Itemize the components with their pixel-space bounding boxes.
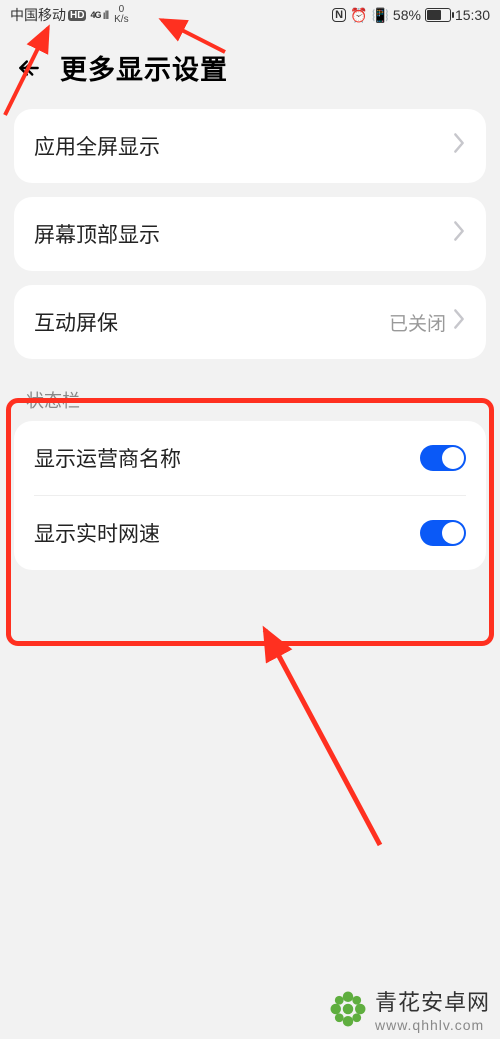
network-gen: 4G — [90, 10, 100, 20]
hd-badge: HD — [68, 10, 86, 21]
row-value: 已关闭 — [389, 309, 446, 336]
carrier-name: 中国移动 — [10, 5, 66, 25]
watermark: 青花安卓网 www.qhhlv.com — [327, 985, 490, 1033]
row-label: 屏幕顶部显示 — [34, 219, 452, 249]
status-bar: 中国移动 HD 4G ıll 0 K/s N ⏰ 📳 58% 15:30 — [0, 0, 500, 30]
battery-percent: 58% — [393, 7, 421, 23]
row-top-display[interactable]: 屏幕顶部显示 — [14, 197, 486, 271]
nfc-icon: N — [332, 8, 346, 22]
page-title: 更多显示设置 — [60, 48, 228, 87]
watermark-logo-icon — [327, 988, 369, 1030]
row-label: 显示实时网速 — [34, 518, 420, 548]
card-topdisplay: 屏幕顶部显示 — [14, 197, 486, 271]
chevron-right-icon — [452, 220, 466, 248]
chevron-right-icon — [452, 132, 466, 160]
battery-icon — [425, 8, 451, 22]
vibrate-icon: 📳 — [371, 7, 388, 24]
card-screensaver: 互动屏保 已关闭 — [14, 285, 486, 359]
card-statusbar-toggles: 显示运营商名称 显示实时网速 — [14, 421, 486, 570]
annotation-arrow-3 — [250, 620, 390, 850]
chevron-right-icon — [452, 308, 466, 336]
row-show-carrier[interactable]: 显示运营商名称 — [14, 421, 486, 495]
watermark-name: 青花安卓网 — [375, 985, 490, 1017]
row-label: 显示运营商名称 — [34, 443, 420, 473]
row-app-fullscreen[interactable]: 应用全屏显示 — [14, 109, 486, 183]
section-header-statusbar: 状态栏 — [0, 373, 500, 421]
row-interactive-screensaver[interactable]: 互动屏保 已关闭 — [14, 285, 486, 359]
toggle-show-carrier[interactable] — [420, 445, 466, 471]
toggle-show-netspeed[interactable] — [420, 520, 466, 546]
watermark-url: www.qhhlv.com — [375, 1017, 490, 1033]
back-button[interactable] — [14, 53, 44, 83]
clock: 15:30 — [455, 7, 490, 23]
alarm-icon: ⏰ — [350, 7, 367, 24]
signal-icon: ıll — [102, 8, 108, 22]
netspeed-indicator: 0 K/s — [114, 5, 128, 25]
row-label: 应用全屏显示 — [34, 131, 452, 161]
row-label: 互动屏保 — [34, 307, 389, 337]
row-show-netspeed[interactable]: 显示实时网速 — [14, 496, 486, 570]
title-bar: 更多显示设置 — [0, 30, 500, 109]
card-fullscreen: 应用全屏显示 — [14, 109, 486, 183]
